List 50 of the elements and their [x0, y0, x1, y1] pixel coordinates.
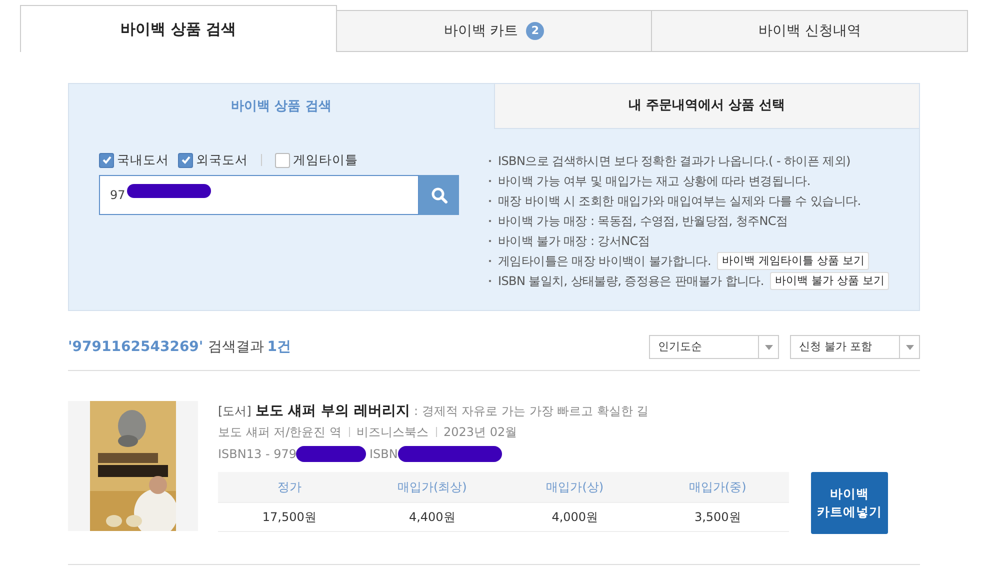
search-icon: [430, 186, 448, 204]
book-meta: 보도 섀퍼 저/한윤진 역: [218, 424, 342, 441]
tab[interactable]: 바이백 신청내역: [652, 10, 968, 52]
checkbox-label: 국내도서: [117, 150, 169, 169]
search-field[interactable]: 97: [99, 175, 419, 215]
caret-icon: [906, 344, 914, 350]
note-text: ISBN 불일치, 상태불량, 증정용은 판매불가 합니다.: [498, 273, 764, 290]
sort-dropdown[interactable]: 인기도순: [649, 335, 779, 359]
checkbox[interactable]: [99, 152, 114, 168]
checkbox[interactable]: [178, 152, 193, 168]
tab[interactable]: 바이백 상품 검색: [20, 5, 337, 52]
sort-dropdown[interactable]: 신청 불가 포함: [790, 335, 920, 359]
count-badge: 2: [526, 22, 544, 40]
book-title: 보도 섀퍼 부의 레버리지: [255, 402, 410, 421]
search-query: '9791162543269': [68, 338, 204, 356]
check-icon: [102, 155, 112, 165]
result-count: 1건: [267, 338, 291, 356]
column-header: 매입가(중): [688, 479, 748, 496]
table-cell-text: 4,000원: [550, 509, 600, 526]
checkbox-label: 외국도서: [196, 150, 248, 169]
view-button[interactable]: 바이백 불가 상품 보기: [770, 272, 890, 290]
note-text: 게임타이틀은 매장 바이백이 불가합니다.: [498, 253, 711, 270]
table-cell-text: 3,500원: [693, 509, 742, 526]
isbn-label: ISBN: [370, 446, 398, 463]
view-button[interactable]: 바이백 게임타이틀 상품 보기: [716, 252, 870, 270]
add-to-cart-button[interactable]: 바이백 카트에넣기: [811, 472, 888, 534]
panel-tab[interactable]: 내 주문내역에서 상품 선택: [494, 84, 919, 129]
search-button[interactable]: [419, 175, 459, 215]
note-text: 바이백 가능 여부 및 매입가는 재고 상황에 따라 변경됩니다.: [498, 173, 810, 190]
note-text: 바이백 불가 매장 : 강서NC점: [498, 233, 650, 250]
check-icon: [180, 155, 190, 165]
book-subtitle: : 경제적 자유로 가는 가장 빠르고 확실한 길: [414, 403, 649, 420]
checkbox[interactable]: [275, 152, 290, 168]
result-label: 검색결과: [208, 338, 264, 356]
checkbox-label: 게임타이틀: [293, 150, 358, 169]
table-cell-text: 4,400원: [408, 509, 456, 526]
category-label: [도서]: [218, 403, 252, 420]
redaction-mark: [296, 446, 366, 462]
column-header: 매입가(상): [545, 479, 605, 496]
note-text: ISBN으로 검색하시면 보다 정확한 결과가 나옵니다.( - 하이픈 제외): [498, 153, 850, 170]
book-meta: 2023년 02월: [444, 424, 518, 441]
isbn-label: ISBN13 - 979: [218, 446, 296, 463]
note-text: 바이백 가능 매장 : 목동점, 수영점, 반월당점, 청주NC점: [498, 213, 788, 230]
table-cell-text: 17,500원: [261, 509, 318, 526]
tab[interactable]: 바이백 카트 2: [336, 10, 652, 52]
column-header: 매입가(최상): [396, 479, 468, 496]
caret-icon: [764, 344, 772, 350]
book-meta: 비즈니스북스: [356, 424, 428, 441]
note-text: 매장 바이백 시 조회한 매입가와 매입여부는 실제와 다를 수 있습니다.: [498, 193, 861, 210]
column-header: 정가: [276, 479, 302, 496]
